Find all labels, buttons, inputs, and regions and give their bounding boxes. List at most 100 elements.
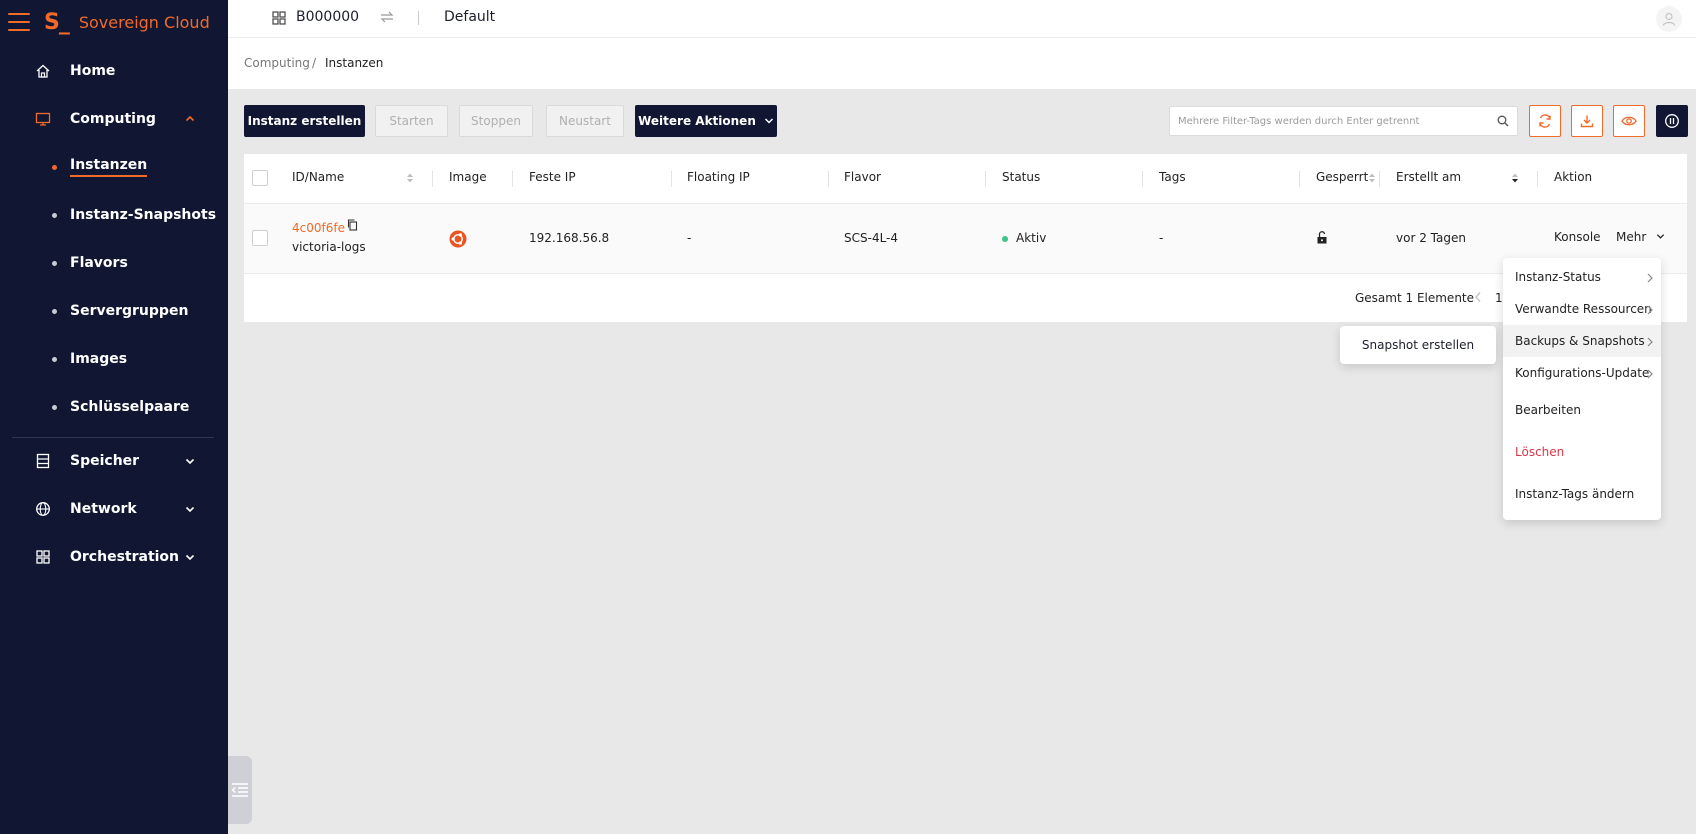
unlock-icon — [1316, 231, 1328, 247]
sidebar-item-network[interactable]: Network — [0, 493, 228, 525]
home-icon — [34, 62, 52, 80]
domain-name[interactable]: Default — [444, 9, 495, 25]
menu-item-edit[interactable]: Bearbeiten — [1503, 394, 1661, 426]
sort-icon[interactable] — [1368, 172, 1376, 184]
select-all-checkbox[interactable] — [252, 170, 268, 186]
storage-icon — [34, 452, 52, 470]
menu-item-label: Bearbeiten — [1515, 403, 1581, 417]
sidebar-item-label: Computing — [70, 111, 156, 127]
menu-item-label: Backups & Snapshots — [1515, 334, 1645, 348]
sidebar-subitem-flavors[interactable]: Flavors — [0, 248, 228, 278]
backups-submenu: Snapshot erstellen — [1340, 326, 1496, 364]
copy-icon[interactable] — [347, 219, 358, 234]
sort-desc-icon[interactable] — [1511, 172, 1519, 184]
project-id[interactable]: B000000 — [296, 9, 359, 25]
globe-icon — [34, 500, 52, 518]
bullet-dot — [52, 212, 57, 218]
prev-page-icon[interactable] — [1474, 291, 1482, 306]
sidebar-subitem-instanz-snapshots[interactable]: Instanz-Snapshots — [0, 200, 228, 230]
tags: - — [1159, 231, 1164, 245]
menu-item-config-update[interactable]: Konfigurations-Update — [1503, 357, 1661, 389]
sidebar-subitem-instanzen[interactable]: Instanzen — [0, 152, 228, 182]
chevron-down-icon — [184, 551, 196, 563]
sort-icon[interactable] — [406, 172, 414, 184]
chevron-down-icon — [1657, 234, 1665, 239]
column-divider — [512, 171, 513, 187]
brand: S_ Sovereign Cloud — [0, 0, 228, 44]
created-at: vor 2 Tagen — [1396, 231, 1466, 245]
column-divider — [1537, 171, 1538, 187]
create-snapshot-item[interactable]: Snapshot erstellen — [1340, 326, 1496, 364]
chevron-right-icon — [1647, 368, 1653, 382]
menu-item-delete[interactable]: Löschen — [1503, 436, 1661, 468]
column-divider — [1299, 171, 1300, 187]
stop-button[interactable]: Stoppen — [459, 105, 533, 137]
column-divider — [432, 171, 433, 187]
more-actions-button[interactable]: Weitere Aktionen — [635, 105, 777, 137]
more-dropdown[interactable]: Mehr — [1616, 230, 1665, 244]
swap-icon[interactable] — [380, 11, 394, 27]
sidebar-subitem-label: Images — [70, 351, 128, 367]
sidebar-subitem-schluesselpaare[interactable]: Schlüsselpaare — [0, 392, 228, 422]
bullet-dot — [52, 356, 57, 362]
sidebar-item-computing[interactable]: Computing — [0, 103, 228, 135]
row-checkbox[interactable] — [252, 230, 268, 246]
menu-item-instance-status[interactable]: Instanz-Status — [1503, 261, 1661, 293]
menu-item-label: Löschen — [1515, 445, 1565, 459]
sidebar-item-label: Speicher — [70, 453, 140, 469]
status-dot — [1002, 235, 1008, 242]
breadcrumb-parent[interactable]: Computing — [244, 56, 310, 70]
search-box — [1169, 106, 1518, 136]
search-icon[interactable] — [1497, 115, 1509, 131]
column-header-id-name[interactable]: ID/Name — [292, 170, 344, 184]
menu-item-backups-snapshots[interactable]: Backups & Snapshots — [1503, 325, 1661, 357]
bullet-dot — [52, 404, 57, 410]
chevron-down-icon — [764, 118, 773, 124]
more-actions-label: Weitere Aktionen — [638, 114, 756, 128]
info-button[interactable] — [1656, 105, 1688, 137]
chevron-up-icon — [184, 113, 196, 125]
breadcrumb-separator: / — [312, 56, 317, 70]
menu-item-label: Verwandte Ressourcen — [1515, 302, 1652, 316]
sidebar-item-label: Orchestration — [70, 549, 180, 565]
download-button[interactable] — [1571, 105, 1603, 137]
search-input[interactable] — [1170, 107, 1490, 135]
column-header-image: Image — [449, 170, 487, 184]
column-header-flavor: Flavor — [844, 170, 881, 184]
page-number[interactable]: 1 — [1495, 291, 1503, 305]
menu-item-change-tags[interactable]: Instanz-Tags ändern — [1503, 478, 1661, 510]
sidebar-subitem-label: Servergruppen — [70, 303, 189, 319]
sidebar-collapse-button[interactable] — [228, 756, 252, 824]
table-header: ID/Name Image Feste IP Floating IP Flavo… — [244, 154, 1687, 204]
user-icon — [1662, 12, 1676, 26]
restart-button[interactable]: Neustart — [546, 105, 624, 137]
column-visibility-button[interactable] — [1613, 105, 1645, 137]
chevron-down-icon — [184, 455, 196, 467]
fixed-ip: 192.168.56.8 — [529, 231, 610, 245]
sidebar-item-speicher[interactable]: Speicher — [0, 445, 228, 477]
sidebar-item-home[interactable]: Home — [0, 55, 228, 87]
column-header-created[interactable]: Erstellt am — [1396, 170, 1461, 184]
column-header-fixed-ip: Feste IP — [529, 170, 576, 184]
instance-id-link[interactable]: 4c00f6fe — [292, 221, 345, 235]
column-divider — [985, 171, 986, 187]
refresh-icon — [1539, 114, 1551, 128]
project-grid-icon — [272, 11, 286, 29]
start-button[interactable]: Starten — [375, 105, 448, 137]
sidebar-subitem-images[interactable]: Images — [0, 344, 228, 374]
more-actions-menu: Instanz-Status Verwandte Ressourcen Back… — [1503, 258, 1661, 520]
menu-toggle-icon[interactable] — [8, 13, 30, 31]
chevron-right-icon — [1647, 304, 1653, 318]
column-header-locked[interactable]: Gesperrt — [1316, 170, 1368, 184]
menu-item-label: Instanz-Tags ändern — [1515, 487, 1635, 501]
refresh-button[interactable] — [1529, 105, 1561, 137]
column-header-action: Aktion — [1554, 170, 1593, 184]
console-link[interactable]: Konsole — [1554, 230, 1601, 244]
user-avatar[interactable] — [1656, 6, 1682, 32]
sidebar-item-orchestration[interactable]: Orchestration — [0, 541, 228, 573]
status: Aktiv — [1002, 231, 1046, 245]
create-instance-button[interactable]: Instanz erstellen — [244, 105, 365, 137]
sidebar-subitem-servergruppen[interactable]: Servergruppen — [0, 296, 228, 326]
sidebar: S_ Sovereign Cloud Home Computing Instan… — [0, 0, 228, 834]
menu-item-related-resources[interactable]: Verwandte Ressourcen — [1503, 293, 1661, 325]
